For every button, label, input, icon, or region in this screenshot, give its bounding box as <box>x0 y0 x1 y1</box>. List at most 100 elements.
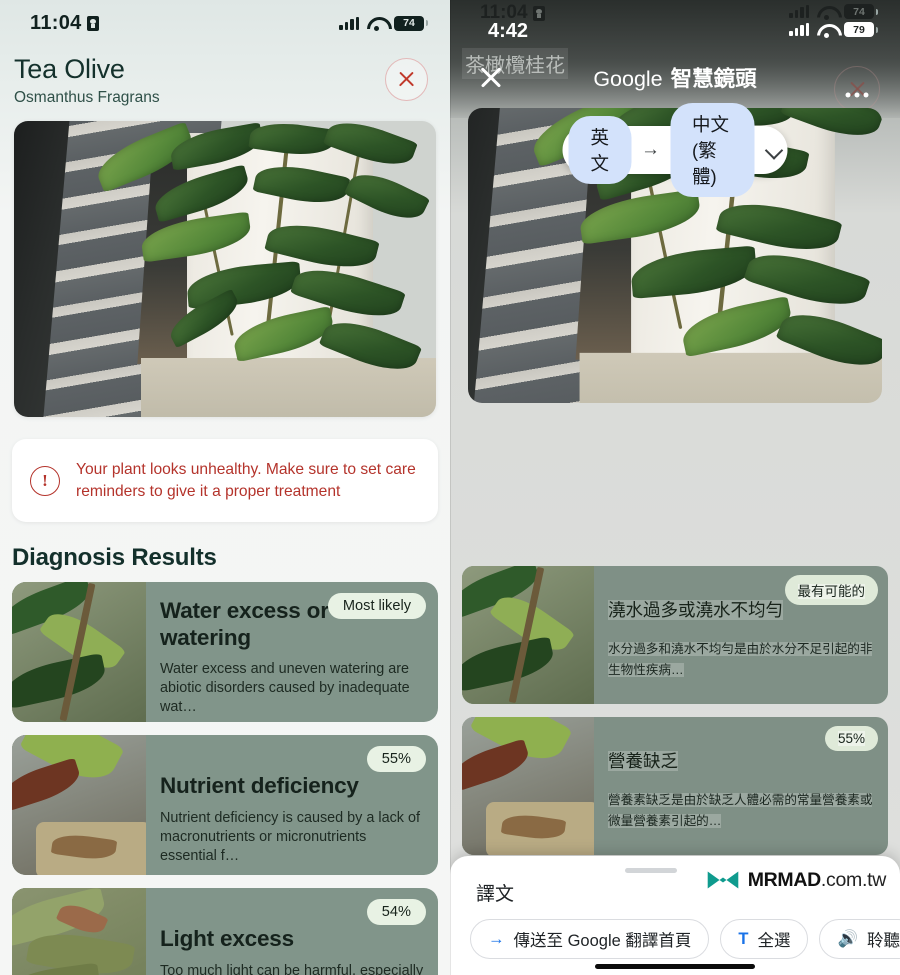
select-all-chip[interactable]: T 全選 <box>720 919 809 959</box>
chip-label: 聆聽 <box>867 932 900 950</box>
send-to-google-translate-chip[interactable]: → 傳送至 Google 翻譯首頁 <box>470 919 710 959</box>
diagnosis-title: Light excess <box>160 926 294 952</box>
watermark-bold: MRMAD <box>747 868 822 891</box>
battery-icon: 74 <box>394 15 428 31</box>
status-badge: 55% <box>366 746 426 773</box>
cellular-signal-icon <box>339 16 359 30</box>
lens-title-brand: Google <box>593 66 663 91</box>
status-badge: Most likely <box>327 593 426 620</box>
translated-diagnosis-card[interactable]: 55% 營養缺乏 營養素缺乏是由於缺乏人體必需的常量營養素或 微量營養素引起的… <box>462 716 888 855</box>
diagnosis-title-text: 澆水過多或澆水不均勻 <box>608 599 783 620</box>
diagnosis-thumbnail <box>462 716 594 855</box>
diagnosis-title: 營養缺乏 <box>608 750 874 773</box>
status-bar-stacked: 11:04 4:42 74 79 <box>450 0 900 46</box>
lens-top-bar: Google 智慧鏡頭 <box>450 52 900 112</box>
watermark-rest: .com.tw <box>820 868 886 891</box>
language-selector[interactable]: 英文 → 中文 (繁體) <box>562 103 788 197</box>
title-block: Tea Olive Osmanthus Fragrans <box>14 54 160 107</box>
diagnosis-thumbnail <box>462 565 594 704</box>
battery-level: 74 <box>853 5 865 18</box>
chip-label: 傳送至 Google 翻譯首頁 <box>513 932 692 950</box>
status-badge: 55% <box>824 725 878 751</box>
source-language-chip[interactable]: 英文 <box>568 116 632 184</box>
exclamation-circle-icon: ! <box>30 465 60 496</box>
wifi-icon <box>817 5 836 20</box>
diagnosis-title-text: 營養缺乏 <box>608 750 678 771</box>
overlay-status-time: 4:42 <box>488 20 529 42</box>
plant-photo-image <box>14 121 436 417</box>
panel-divider <box>450 0 451 975</box>
battery-level: 79 <box>853 23 865 36</box>
mrmad-watermark-text: MRMAD.com.tw <box>747 868 887 892</box>
diagnosis-content: 最有可能的 澆水過多或澆水不均勻 水分過多和澆水不均勻是由於水分不足引起的非 生… <box>594 566 888 704</box>
status-badge: 54% <box>366 899 426 926</box>
diagnosis-results-heading: Diagnosis Results <box>12 544 217 572</box>
diagnosis-thumbnail <box>12 888 146 975</box>
page-title: Tea Olive <box>14 54 125 84</box>
diagnosis-content: 54% Light excess Too much light can be h… <box>146 888 438 975</box>
diagnosis-description-line-1: 水分過多和澆水不均勻是由於水分不足引起的非 <box>608 642 873 657</box>
arrow-right-icon: → <box>488 929 505 948</box>
home-indicator <box>595 964 755 969</box>
chip-label: 全選 <box>757 932 791 950</box>
status-bar: 11:04 74 <box>0 0 450 46</box>
lens-title-app: 智慧鏡頭 <box>670 66 757 91</box>
underlying-status-indicators: 74 <box>789 4 878 20</box>
wifi-icon <box>367 16 386 31</box>
translated-diagnosis-card[interactable]: 最有可能的 澆水過多或澆水不均勻 水分過多和澆水不均勻是由於水分不足引起的非 生… <box>462 565 888 704</box>
cellular-signal-icon <box>789 5 809 18</box>
sheet-drag-handle[interactable] <box>625 868 677 873</box>
lens-title: Google 智慧鏡頭 <box>593 62 756 93</box>
status-bar-time-group: 11:04 <box>30 12 99 35</box>
diagnosis-content: 55% 營養缺乏 營養素缺乏是由於缺乏人體必需的常量營養素或 微量營養素引起的… <box>594 717 888 855</box>
speaker-icon: 🔊 <box>837 929 859 948</box>
diagnosis-description: Nutrient deficiency is caused by a lack … <box>160 809 420 864</box>
underlying-close-button-ghost <box>834 66 880 112</box>
status-bar-time: 11:04 <box>30 11 82 34</box>
left-panel-plant-app: 11:04 74 Tea Olive Osmanthus Fragrans ! … <box>0 0 450 975</box>
wifi-icon <box>817 23 836 38</box>
page-header: Tea Olive Osmanthus Fragrans <box>0 46 450 107</box>
status-bar-indicators: 74 <box>339 15 428 31</box>
diagnosis-content: Most likely Water excess or uneven water… <box>146 582 438 722</box>
lock-portrait-icon <box>86 15 99 31</box>
diagnosis-title: Nutrient deficiency <box>160 773 359 799</box>
page-subtitle: Osmanthus Fragrans <box>14 89 160 106</box>
health-warning-banner: ! Your plant looks unhealthy. Make sure … <box>12 439 438 523</box>
screenshot-root: 11:04 74 Tea Olive Osmanthus Fragrans ! … <box>0 0 900 975</box>
status-badge-label: 55% <box>837 730 865 746</box>
diagnosis-card[interactable]: Most likely Water excess or uneven water… <box>12 582 438 723</box>
diagnosis-description-line-2: 生物性疾病… <box>608 663 684 678</box>
diagnosis-card[interactable]: 54% Light excess Too much light can be h… <box>12 888 438 975</box>
diagnosis-description: 營養素缺乏是由於缺乏人體必需的常量營養素或 微量營養素引起的… <box>608 790 874 832</box>
cellular-signal-icon <box>789 23 809 36</box>
right-panel-google-lens-translate: 11:04 4:42 74 79 茶橄欖桂花 Google 智慧鏡頭 英文 → … <box>450 0 900 975</box>
chevron-down-icon[interactable] <box>766 142 773 158</box>
close-button[interactable] <box>385 58 428 101</box>
select-text-icon: T <box>738 929 749 948</box>
status-badge-label: 最有可能的 <box>797 583 865 599</box>
diagnosis-thumbnail <box>12 582 146 723</box>
close-icon <box>397 70 416 89</box>
diagnosis-description: Water excess and uneven watering are abi… <box>160 661 410 716</box>
diagnosis-description-line-1: 營養素缺乏是由於缺乏人體必需的常量營養素或 <box>608 793 873 808</box>
battery-level: 74 <box>403 17 415 29</box>
diagnosis-content: 55% Nutrient deficiency Nutrient deficie… <box>146 735 438 875</box>
diagnosis-description-line-2: 微量營養素引起的… <box>608 814 722 829</box>
battery-icon: 74 <box>844 4 878 19</box>
lens-more-button[interactable] <box>834 66 880 112</box>
target-language-chip[interactable]: 中文 (繁體) <box>670 103 755 197</box>
status-badge: 最有可能的 <box>784 574 878 605</box>
mrmad-logo-icon <box>707 871 738 889</box>
diagnosis-card[interactable]: 55% Nutrient deficiency Nutrient deficie… <box>12 735 438 876</box>
health-warning-text: Your plant looks unhealthy. Make sure to… <box>76 461 416 500</box>
language-arrow-icon: → <box>641 139 661 160</box>
diagnosis-thumbnail <box>12 735 146 876</box>
translation-bottom-sheet: MRMAD.com.tw 譯文 → 傳送至 Google 翻譯首頁 T 全選 🔊… <box>450 856 900 975</box>
overlay-status-indicators: 79 <box>789 22 878 38</box>
lock-portrait-icon <box>532 5 545 21</box>
diagnosis-description: Too much light can be harmful, especiall… <box>160 962 424 975</box>
listen-chip[interactable]: 🔊 聆聽 <box>819 919 900 959</box>
lens-close-button[interactable] <box>478 64 504 90</box>
plant-photo[interactable] <box>14 121 436 417</box>
